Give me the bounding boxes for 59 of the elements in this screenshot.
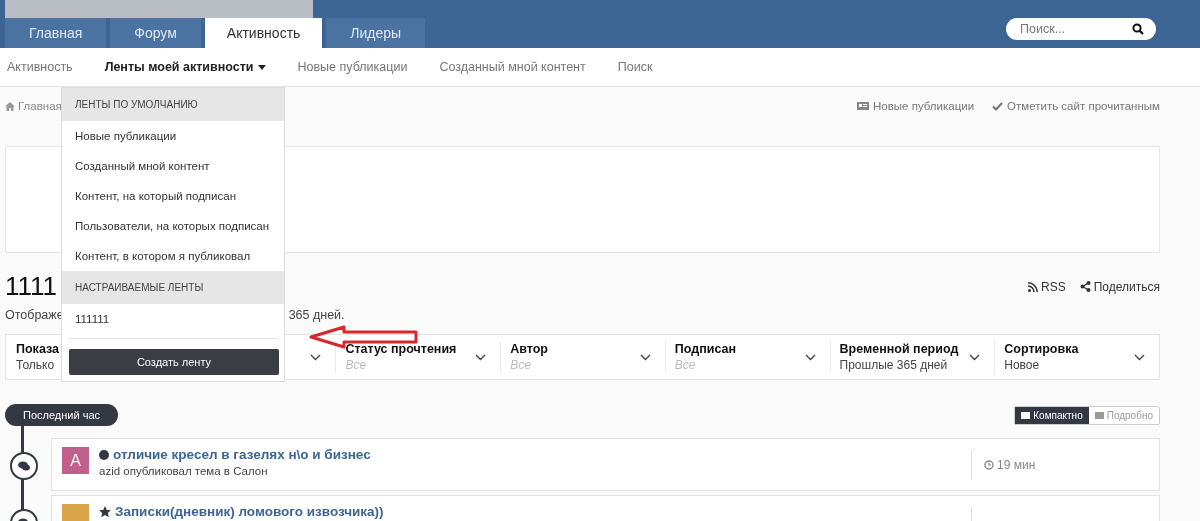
breadcrumb-link[interactable]: Главная — [5, 100, 62, 112]
subnav-link[interactable]: Активность — [7, 60, 73, 74]
filter-label: Подписан — [674, 342, 737, 356]
menu-item[interactable]: Контент, в котором я публиковал — [62, 241, 284, 271]
menu-item[interactable]: Пользователи, на которых подписан — [62, 211, 284, 241]
nav-tab[interactable]: Активность — [204, 18, 323, 48]
nav-tab[interactable]: Главная — [5, 18, 107, 48]
subnav-link[interactable]: Созданный мной контент — [439, 60, 586, 74]
filter-label: Статус прочтения — [345, 342, 457, 356]
topic-link[interactable]: отличие кресел в газелях н\о и бизнес — [99, 447, 971, 462]
nav-tab[interactable]: Лидеры — [326, 18, 426, 48]
filter-value[interactable]: Прошлые 365 дней — [839, 358, 959, 372]
topic-link[interactable]: Записки(дневник) ломового извозчика)) — [99, 504, 971, 519]
avatar[interactable]: A — [62, 447, 89, 474]
subnav-link[interactable]: Ленты моей активности — [104, 60, 266, 74]
menu-item[interactable]: Новые публикации — [62, 121, 284, 151]
page-action-link[interactable]: Отметить сайт прочитанным — [992, 100, 1160, 112]
filter-value[interactable]: Новое — [1004, 358, 1079, 372]
caret-icon — [257, 64, 266, 70]
search-field[interactable]: Поиск... — [1006, 18, 1156, 40]
menu-item[interactable]: 111111 — [62, 304, 284, 334]
menu-item[interactable]: Контент, на который подписан — [62, 181, 284, 211]
search-icon[interactable] — [1132, 23, 1144, 35]
checkmark-icon — [992, 101, 1004, 111]
activity-meta: azid опубликовал тема в Салон — [99, 465, 269, 477]
unread-dot-icon — [99, 449, 109, 460]
subtitle-text: 365 дней. — [288, 308, 345, 322]
create-feed-button[interactable]: Создать ленту — [69, 349, 279, 375]
menu-item[interactable]: Созданный мной контент — [62, 151, 284, 181]
time-text: 19 мин — [984, 458, 1036, 472]
filter-label: Временной период — [839, 342, 959, 356]
nav-tab[interactable]: Форум — [110, 18, 201, 48]
chevron-down-icon[interactable] — [1134, 353, 1145, 361]
chevron-down-icon[interactable] — [804, 353, 816, 361]
subnav-link[interactable]: Поиск — [617, 60, 653, 74]
home-icon — [5, 101, 15, 111]
rss-icon — [1028, 281, 1039, 292]
page-title: 1111 — [5, 271, 58, 302]
share-icon — [1079, 281, 1091, 292]
subnav-link[interactable]: Новые публикации — [297, 60, 408, 74]
newspaper-icon — [857, 101, 869, 111]
chevron-down-icon[interactable] — [639, 353, 651, 361]
subtitle-text: Отображе — [5, 308, 64, 322]
clock-icon — [984, 460, 994, 470]
timeline-label: Последний час — [5, 404, 118, 426]
menu-section-heading: НАСТРАИВАЕМЫЕ ЛЕНТЫ — [62, 271, 284, 304]
filter-label: Автор — [510, 342, 548, 356]
feed-link[interactable]: RSS — [1028, 279, 1066, 294]
chevron-down-icon[interactable] — [969, 353, 981, 361]
view-toggle-button[interactable]: Компактно — [1015, 406, 1089, 424]
filter-label: Показа — [16, 342, 59, 356]
filter-value[interactable]: Только — [16, 358, 59, 372]
chevron-down-icon[interactable] — [475, 353, 487, 361]
star-icon — [99, 505, 111, 518]
feed-link[interactable]: Поделиться — [1079, 279, 1160, 294]
chevron-down-icon[interactable] — [310, 353, 322, 361]
filter-label: Сортировка — [1004, 342, 1079, 356]
page-action-link[interactable]: Новые публикации — [857, 100, 975, 112]
menu-section-heading: ЛЕНТЫ ПО УМОЛЧАНИЮ — [62, 88, 284, 121]
